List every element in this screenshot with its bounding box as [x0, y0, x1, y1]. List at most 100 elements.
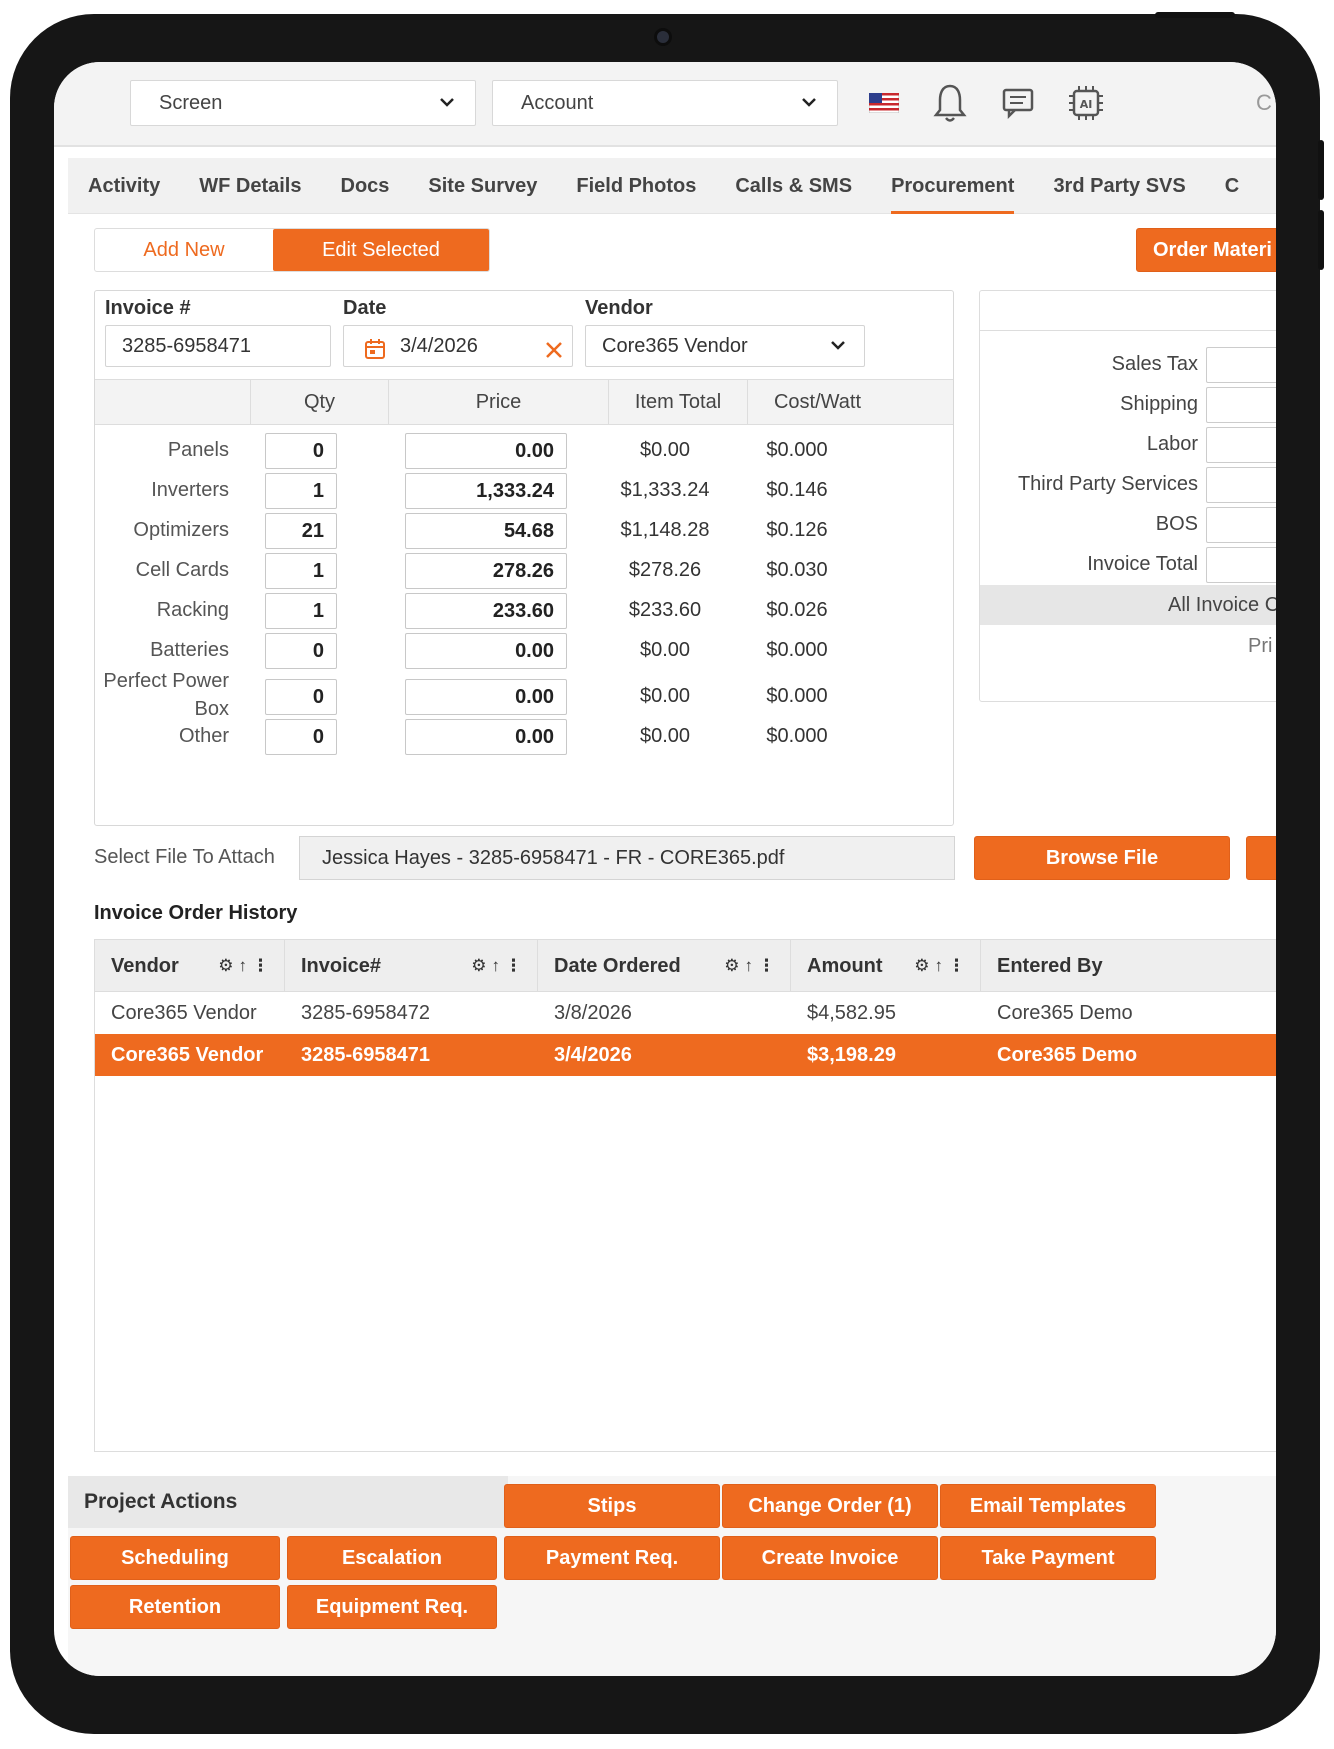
price-header: Price — [389, 380, 609, 424]
item-total-racking: $233.60 — [628, 599, 702, 621]
order-materials-button[interactable]: Order Materi — [1136, 228, 1276, 272]
price-input-batteries[interactable]: 0.00 — [405, 633, 567, 669]
account-select[interactable]: Account — [492, 80, 838, 126]
chat-icon[interactable] — [996, 80, 1040, 126]
tab-procurement[interactable]: Procurement — [891, 158, 1015, 214]
calendar-icon[interactable] — [364, 334, 386, 374]
column-settings-icon[interactable]: ⚙↑⋮ — [724, 940, 780, 992]
qty-input-perfect-power[interactable]: 0 — [265, 679, 337, 715]
tab-wf-details[interactable]: WF Details — [199, 158, 301, 214]
row-label-other: Other — [178, 725, 229, 747]
vendor-select[interactable]: Core365 Vendor — [585, 325, 865, 367]
tab-activity[interactable]: Activity — [88, 158, 160, 214]
retention-button[interactable]: Retention — [70, 1585, 280, 1629]
svg-text:AI: AI — [1080, 98, 1093, 111]
qty-input-racking[interactable]: 1 — [265, 593, 337, 629]
cost-watt-header: Cost/Watt — [773, 391, 862, 413]
price-input-racking[interactable]: 233.60 — [405, 593, 567, 629]
browse-file-button[interactable]: Browse File — [974, 836, 1230, 880]
add-new-button[interactable]: Add New — [95, 229, 273, 271]
row-label-perfect-power: Perfect Power Box — [103, 670, 229, 720]
history-row[interactable]: Core365 Vendor 3285-6958472 3/8/2026 $4,582… — [95, 992, 1276, 1034]
column-settings-icon[interactable]: ⚙↑⋮ — [218, 940, 274, 992]
scheduling-button[interactable]: Scheduling — [70, 1536, 280, 1580]
account-select-value: Account — [521, 92, 594, 114]
attach-action-button[interactable] — [1246, 836, 1276, 880]
history-col-amount[interactable]: Amount ⚙↑⋮ — [791, 940, 981, 992]
stips-button[interactable]: Stips — [504, 1484, 720, 1528]
summary-label-labor: Labor — [1146, 433, 1198, 455]
clear-date-icon[interactable] — [544, 334, 564, 374]
screen-select-value: Screen — [159, 92, 223, 114]
history-cell-vendor: Core365 Vendor — [111, 1002, 257, 1024]
date-value: 3/4/2026 — [400, 335, 478, 357]
summary-input-shipping[interactable] — [1206, 387, 1276, 423]
history-cell-entered-by: Core365 Demo — [997, 1002, 1133, 1024]
create-invoice-button[interactable]: Create Invoice — [722, 1536, 938, 1580]
qty-input-other[interactable]: 0 — [265, 719, 337, 755]
project-actions-title: Project Actions — [68, 1476, 508, 1528]
item-total-perfect-power: $0.00 — [639, 685, 691, 707]
screen-select[interactable]: Screen — [130, 80, 476, 126]
change-order-1-button[interactable]: Change Order (1) — [722, 1484, 938, 1528]
summary-input-sales-tax[interactable] — [1206, 347, 1276, 383]
bell-icon[interactable] — [928, 80, 972, 126]
price-input-perfect-power[interactable]: 0.00 — [405, 679, 567, 715]
project-actions: Project Actions Stips Change Order (1) Ema… — [68, 1476, 1276, 1676]
item-total-panels: $0.00 — [639, 439, 691, 461]
take-payment-button[interactable]: Take Payment — [940, 1536, 1156, 1580]
cost-watt-cell-cards: $0.030 — [766, 559, 828, 581]
invoice-number-label: Invoice # — [105, 297, 191, 319]
row-label-optimizers: Optimizers — [133, 519, 229, 541]
summary-input-invoice-total[interactable] — [1206, 547, 1276, 583]
qty-input-batteries[interactable]: 0 — [265, 633, 337, 669]
history-col-invoice[interactable]: Invoice# ⚙↑⋮ — [285, 940, 538, 992]
app-screen: Screen Account AI C Activity WF Details … — [54, 62, 1276, 1676]
escalation-button[interactable]: Escalation — [287, 1536, 497, 1580]
attach-file-label: Select File To Attach — [94, 846, 275, 868]
us-flag-icon[interactable] — [862, 80, 906, 126]
ai-chip-icon[interactable]: AI — [1064, 80, 1108, 126]
price-input-inverters[interactable]: 1,333.24 — [405, 473, 567, 509]
line-items-header: Qty Price Item Total Cost/Watt — [95, 379, 953, 425]
summary-input-labor[interactable] — [1206, 427, 1276, 463]
tab-docs[interactable]: Docs — [341, 158, 390, 214]
price-input-optimizers[interactable]: 54.68 — [405, 513, 567, 549]
history-col-date[interactable]: Date Ordered ⚙↑⋮ — [538, 940, 791, 992]
history-col-vendor[interactable]: Vendor ⚙↑⋮ — [95, 940, 285, 992]
edit-selected-button[interactable]: Edit Selected — [273, 229, 489, 271]
price-input-cell-cards[interactable]: 278.26 — [405, 553, 567, 589]
qty-input-panels[interactable]: 0 — [265, 433, 337, 469]
qty-input-optimizers[interactable]: 21 — [265, 513, 337, 549]
tab-3rd-party-svs[interactable]: 3rd Party SVS — [1053, 158, 1185, 214]
invoice-number-input[interactable]: 3285-6958471 — [105, 325, 331, 367]
item-total-header: Item Total — [609, 380, 748, 424]
qty-input-inverters[interactable]: 1 — [265, 473, 337, 509]
tab-calls-sms[interactable]: Calls & SMS — [735, 158, 852, 214]
tablet-volume-down-button — [1318, 210, 1324, 270]
email-templates-button[interactable]: Email Templates — [940, 1484, 1156, 1528]
item-total-optimizers: $1,148.28 — [620, 519, 710, 541]
attach-file-input[interactable]: Jessica Hayes - 3285-6958471 - FR - CORE… — [299, 836, 955, 880]
qty-header: Qty — [251, 380, 389, 424]
tab-overflow[interactable]: C — [1225, 158, 1239, 214]
history-col-entered-by[interactable]: Entered By — [981, 940, 1276, 992]
qty-input-cell-cards[interactable]: 1 — [265, 553, 337, 589]
history-cell-date: 3/8/2026 — [554, 1002, 632, 1024]
equipment-req-button[interactable]: Equipment Req. — [287, 1585, 497, 1629]
payment-req-button[interactable]: Payment Req. — [504, 1536, 720, 1580]
column-settings-icon[interactable]: ⚙↑⋮ — [914, 940, 970, 992]
cost-watt-optimizers: $0.126 — [766, 519, 828, 541]
date-input[interactable]: 3/4/2026 — [343, 325, 573, 367]
summary-input-bos[interactable] — [1206, 507, 1276, 543]
column-settings-icon[interactable]: ⚙↑⋮ — [471, 940, 527, 992]
price-input-panels[interactable]: 0.00 — [405, 433, 567, 469]
tab-site-survey[interactable]: Site Survey — [428, 158, 537, 214]
tab-field-photos[interactable]: Field Photos — [576, 158, 696, 214]
all-invoice-label: All Invoice C — [980, 585, 1276, 625]
invoice-form: Invoice # 3285-6958471 Date 3/4/2026 Ven… — [94, 290, 954, 826]
price-input-other[interactable]: 0.00 — [405, 719, 567, 755]
summary-input-third-party-services[interactable] — [1206, 467, 1276, 503]
history-cell-entered-by: Core365 Demo — [997, 1044, 1138, 1066]
history-row[interactable]: Core365 Vendor 3285-6958471 3/4/2026 $3,198… — [95, 1034, 1276, 1076]
